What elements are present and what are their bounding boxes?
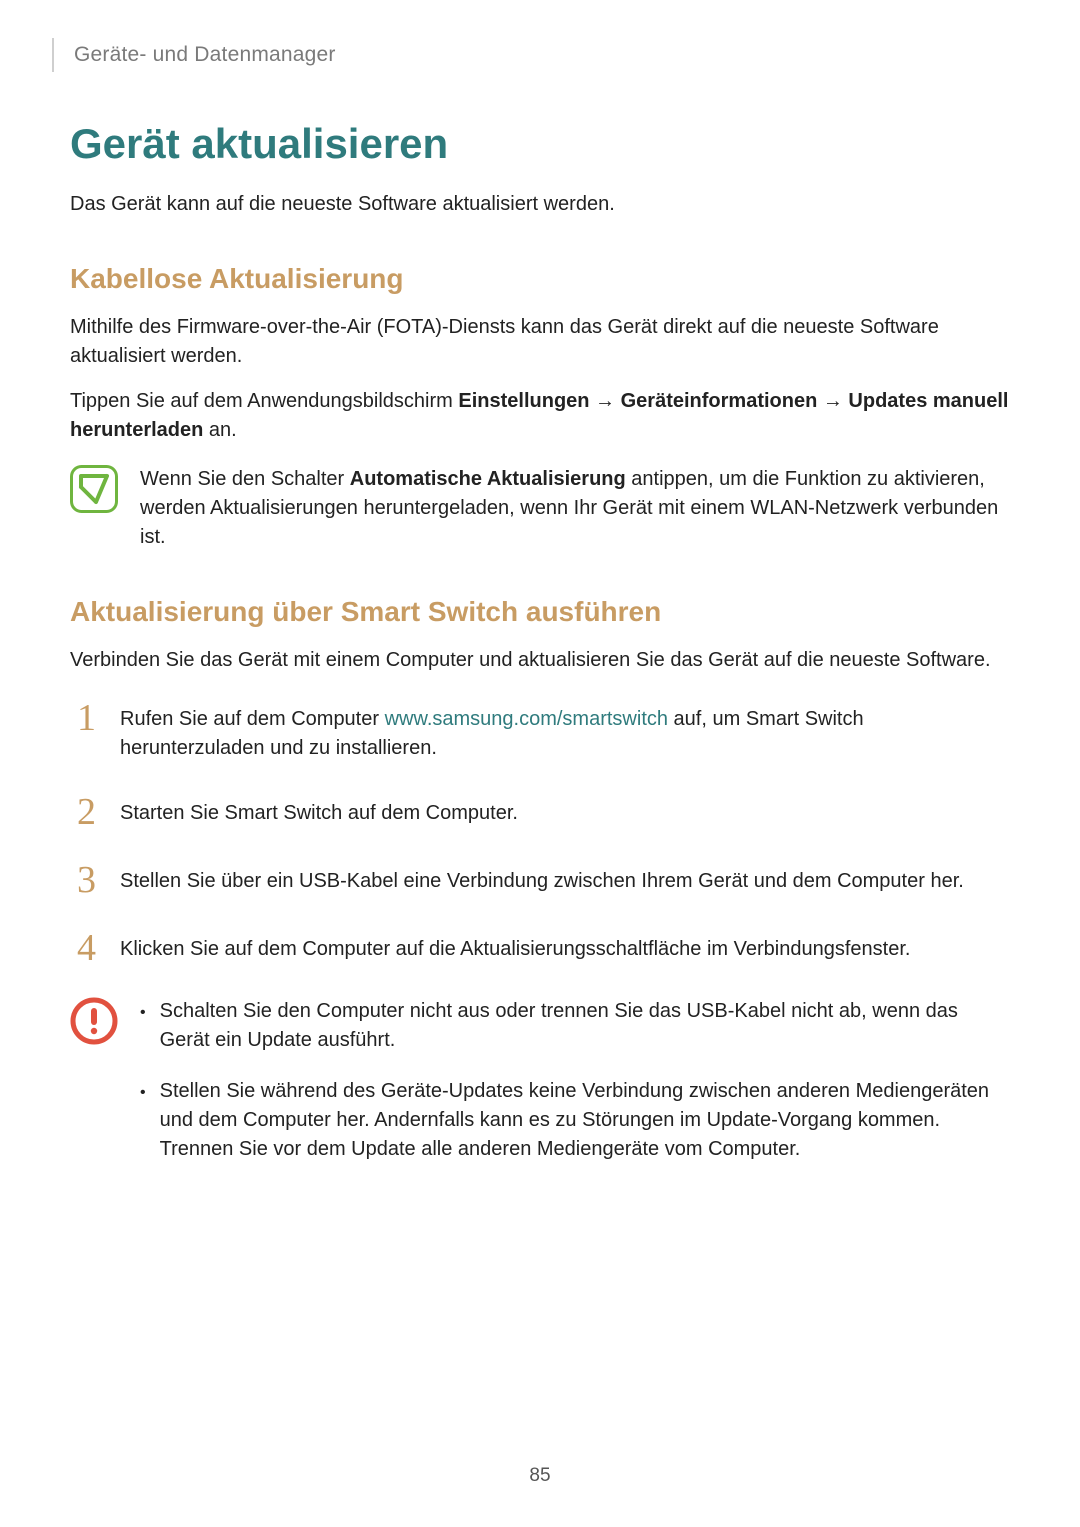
step-number: 3	[70, 861, 96, 899]
step1-pre: Rufen Sie auf dem Computer	[120, 708, 385, 730]
warning-bullet-1: • Schalten Sie den Computer nicht aus od…	[140, 997, 1010, 1055]
warning-bullet-2: • Stellen Sie während des Geräte-Updates…	[140, 1077, 1010, 1164]
bullet-dot: •	[140, 997, 146, 1024]
smartswitch-link[interactable]: www.samsung.com/smartswitch	[385, 708, 668, 730]
step-4: 4 Klicken Sie auf dem Computer auf die A…	[70, 929, 1010, 967]
document-page: Geräte- und Datenmanager Gerät aktualisi…	[0, 0, 1080, 1527]
section-heading-smartswitch: Aktualisierung über Smart Switch ausführ…	[70, 596, 1010, 628]
step-1: 1 Rufen Sie auf dem Computer www.samsung…	[70, 699, 1010, 763]
step-3-text: Stellen Sie über ein USB-Kabel eine Verb…	[120, 861, 1010, 896]
section1-paragraph2: Tippen Sie auf dem Anwendungsbildschirm …	[70, 387, 1010, 445]
bullet-dot: •	[140, 1077, 146, 1104]
step-number: 1	[70, 699, 96, 737]
section-heading-wireless: Kabellose Aktualisierung	[70, 263, 1010, 295]
section2-paragraph1: Verbinden Sie das Gerät mit einem Comput…	[70, 646, 1010, 675]
warning-icon	[70, 997, 118, 1045]
intro-paragraph: Das Gerät kann auf die neueste Software …	[70, 190, 1010, 219]
step-4-text: Klicken Sie auf dem Computer auf die Akt…	[120, 929, 1010, 964]
ordered-steps: 1 Rufen Sie auf dem Computer www.samsung…	[70, 699, 1010, 967]
note-block: Wenn Sie den Schalter Automatische Aktua…	[70, 465, 1010, 552]
step-1-text: Rufen Sie auf dem Computer www.samsung.c…	[120, 699, 1010, 763]
note-icon	[70, 465, 118, 513]
page-number: 85	[0, 1465, 1080, 1487]
step-3: 3 Stellen Sie über ein USB-Kabel eine Ve…	[70, 861, 1010, 899]
page-title: Gerät aktualisieren	[70, 120, 1010, 168]
breadcrumb-divider	[52, 38, 54, 72]
breadcrumb-row: Geräte- und Datenmanager	[70, 38, 1010, 72]
step-number: 4	[70, 929, 96, 967]
note-text: Wenn Sie den Schalter Automatische Aktua…	[140, 465, 1010, 552]
note-bold: Automatische Aktualisierung	[350, 468, 626, 490]
breadcrumb: Geräte- und Datenmanager	[74, 43, 336, 67]
warning-block: • Schalten Sie den Computer nicht aus od…	[70, 997, 1010, 1186]
note-pre: Wenn Sie den Schalter	[140, 468, 350, 490]
section1-p2-pre: Tippen Sie auf dem Anwendungsbildschirm	[70, 390, 458, 412]
step-2: 2 Starten Sie Smart Switch auf dem Compu…	[70, 793, 1010, 831]
warning-1-text: Schalten Sie den Computer nicht aus oder…	[160, 997, 1010, 1055]
step-number: 2	[70, 793, 96, 831]
section1-paragraph1: Mithilfe des Firmware-over-the-Air (FOTA…	[70, 313, 1010, 371]
section1-p2-post: an.	[203, 419, 236, 441]
warning-bullets: • Schalten Sie den Computer nicht aus od…	[140, 997, 1010, 1186]
step-2-text: Starten Sie Smart Switch auf dem Compute…	[120, 793, 1010, 828]
warning-2-text: Stellen Sie während des Geräte-Updates k…	[160, 1077, 1010, 1164]
